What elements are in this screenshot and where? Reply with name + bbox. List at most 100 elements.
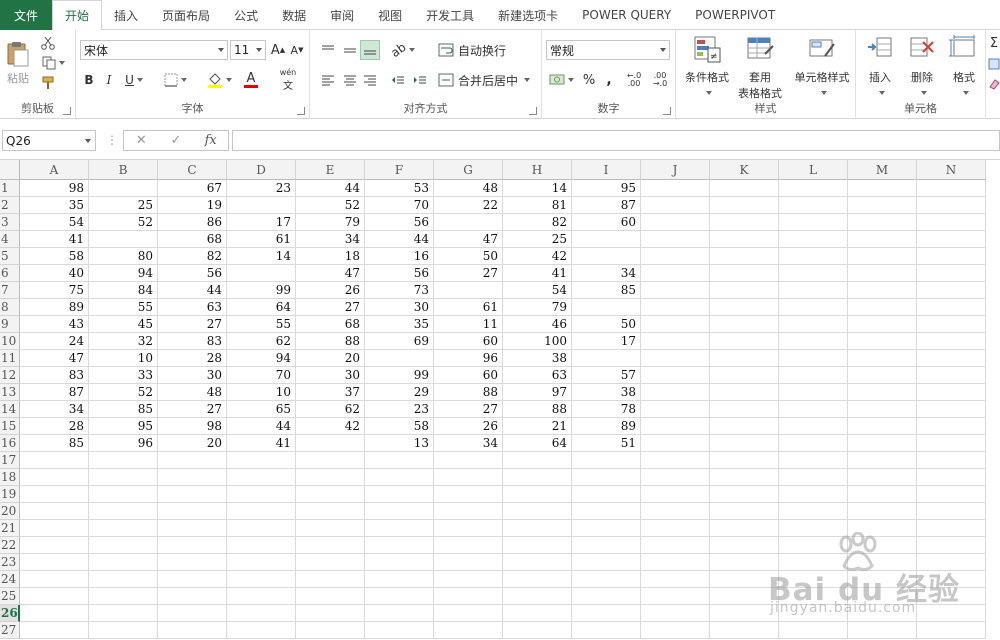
cell-f14[interactable]: 23 [365,401,434,418]
cell-i11[interactable] [572,350,641,367]
cell-h12[interactable]: 63 [503,367,572,384]
cell-k10[interactable] [710,333,779,350]
cell-f26[interactable] [365,605,434,622]
row-header[interactable]: 1 [0,180,20,197]
cell-g21[interactable] [434,520,503,537]
cell-a16[interactable]: 85 [20,435,89,452]
cell-h18[interactable] [503,469,572,486]
cell-h14[interactable]: 88 [503,401,572,418]
cell-h15[interactable]: 21 [503,418,572,435]
cell-g5[interactable]: 50 [434,248,503,265]
cell-f16[interactable]: 13 [365,435,434,452]
cell-c4[interactable]: 68 [158,231,227,248]
column-header-i[interactable]: I [572,160,641,180]
cell-h8[interactable]: 79 [503,299,572,316]
cell-c7[interactable]: 44 [158,282,227,299]
cell-i19[interactable] [572,486,641,503]
cell-n3[interactable] [917,214,986,231]
font-launcher-icon[interactable] [297,107,305,115]
cell-styles-button[interactable]: 单元格样式 [790,34,854,98]
wrap-text-button[interactable]: 自动换行 [438,40,510,60]
cell-d8[interactable]: 64 [227,299,296,316]
fill-color-button[interactable] [204,70,234,90]
cell-c20[interactable] [158,503,227,520]
cell-n11[interactable] [917,350,986,367]
cell-k7[interactable] [710,282,779,299]
cell-i16[interactable]: 51 [572,435,641,452]
underline-button[interactable]: U [120,70,148,90]
cell-m1[interactable] [848,180,917,197]
tab-powerpivot[interactable]: POWERPIVOT [683,0,787,30]
cell-d21[interactable] [227,520,296,537]
cell-g14[interactable]: 27 [434,401,503,418]
cell-f13[interactable]: 29 [365,384,434,401]
cell-e27[interactable] [296,622,365,639]
cell-b22[interactable] [89,537,158,554]
cell-b3[interactable]: 52 [89,214,158,231]
cell-a27[interactable] [20,622,89,639]
cell-h3[interactable]: 82 [503,214,572,231]
cell-d25[interactable] [227,588,296,605]
row-header[interactable]: 21 [0,520,20,537]
formula-input[interactable] [232,130,1000,151]
cell-c10[interactable]: 83 [158,333,227,350]
cell-a9[interactable]: 43 [20,316,89,333]
row-header[interactable]: 3 [0,214,20,231]
cell-g3[interactable] [434,214,503,231]
cell-j20[interactable] [641,503,710,520]
cell-i3[interactable]: 60 [572,214,641,231]
cell-b26[interactable] [89,605,158,622]
number-launcher-icon[interactable] [663,107,671,115]
cell-i22[interactable] [572,537,641,554]
accounting-format-button[interactable] [546,70,576,90]
cell-l9[interactable] [779,316,848,333]
cell-j26[interactable] [641,605,710,622]
comma-button[interactable]: , [600,70,618,90]
cell-c13[interactable]: 48 [158,384,227,401]
cell-d24[interactable] [227,571,296,588]
row-header[interactable]: 13 [0,384,20,401]
cell-f18[interactable] [365,469,434,486]
cell-c26[interactable] [158,605,227,622]
cell-i23[interactable] [572,554,641,571]
cell-i18[interactable] [572,469,641,486]
align-top-button[interactable] [318,40,338,60]
cell-g6[interactable]: 27 [434,265,503,282]
number-format-select[interactable]: 常规 [546,40,670,60]
cell-i12[interactable]: 57 [572,367,641,384]
cell-k6[interactable] [710,265,779,282]
cell-b21[interactable] [89,520,158,537]
cell-a11[interactable]: 47 [20,350,89,367]
cell-e1[interactable]: 44 [296,180,365,197]
column-header-a[interactable]: A [20,160,89,180]
cell-d20[interactable] [227,503,296,520]
tab-data[interactable]: 数据 [270,0,318,30]
tab-page-layout[interactable]: 页面布局 [150,0,222,30]
format-painter-button[interactable] [38,74,58,92]
align-middle-button[interactable] [340,40,360,60]
cancel-icon[interactable]: ✕ [124,133,159,148]
cell-m9[interactable] [848,316,917,333]
paste-button[interactable]: 粘贴 [4,34,32,92]
row-header[interactable]: 5 [0,248,20,265]
column-header-l[interactable]: L [779,160,848,180]
cell-n1[interactable] [917,180,986,197]
cell-e4[interactable]: 34 [296,231,365,248]
cell-g20[interactable] [434,503,503,520]
cell-a6[interactable]: 40 [20,265,89,282]
cell-e5[interactable]: 18 [296,248,365,265]
cell-b19[interactable] [89,486,158,503]
cell-e3[interactable]: 79 [296,214,365,231]
cell-h26[interactable] [503,605,572,622]
cell-e13[interactable]: 37 [296,384,365,401]
cell-m15[interactable] [848,418,917,435]
cell-i4[interactable] [572,231,641,248]
cell-f24[interactable] [365,571,434,588]
cell-g25[interactable] [434,588,503,605]
cell-g11[interactable]: 96 [434,350,503,367]
cell-l3[interactable] [779,214,848,231]
tab-developer[interactable]: 开发工具 [414,0,486,30]
row-header[interactable]: 8 [0,299,20,316]
cell-b10[interactable]: 32 [89,333,158,350]
row-header[interactable]: 16 [0,435,20,452]
